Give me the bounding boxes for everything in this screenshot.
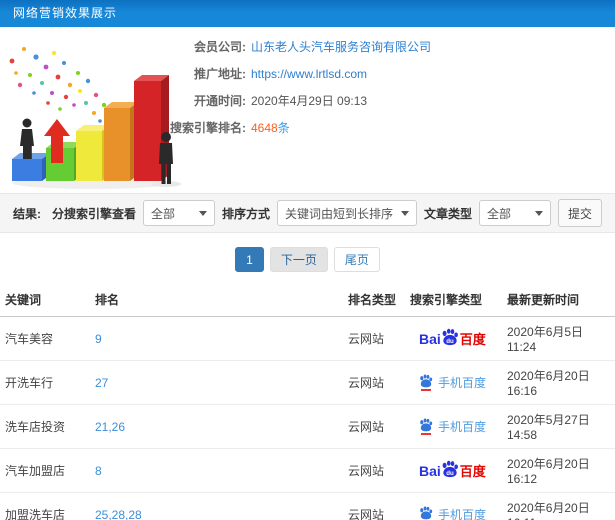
- baidu-paw-icon: du: [442, 328, 458, 346]
- header-rank-type: 排名类型: [343, 282, 405, 317]
- table-body: 汽车美容 9 云网站 Bai du 百度 2020年6月5日 11:24 开洗车…: [0, 316, 615, 520]
- rank-link[interactable]: 25,28,28: [95, 508, 142, 520]
- rank-link[interactable]: 9: [95, 332, 102, 346]
- header-engine-type: 搜索引擎类型: [405, 282, 502, 317]
- filter-bar: 结果: 分搜索引擎查看 全部 排序方式 关键词由短到长排序 文章类型 全部 提交: [0, 193, 615, 233]
- engine-filter-label: 分搜索引擎查看: [51, 206, 136, 221]
- member-company-row: 会员公司: 山东老人头汽车服务咨询有限公司: [186, 41, 615, 54]
- chevron-down-icon: [198, 210, 207, 216]
- mobile-baidu-logo: 手机百度: [419, 374, 486, 391]
- sort-value: 关键词由短到长排序: [284, 206, 393, 221]
- baidu-logo: Bai du 百度: [419, 460, 486, 481]
- header-rank: 排名: [90, 282, 343, 317]
- promo-url-link[interactable]: https://www.lrtlsd.com: [251, 67, 367, 81]
- mobile-baidu-logo: 手机百度: [419, 418, 486, 435]
- table-header-row: 关键词 排名 排名类型 搜索引擎类型 最新更新时间: [0, 282, 615, 317]
- engine-filter-select[interactable]: 全部: [142, 200, 215, 226]
- bar-chart-illustration-icon: [9, 47, 181, 189]
- rank-link[interactable]: 21,26: [95, 420, 125, 434]
- sort-select[interactable]: 关键词由短到长排序: [276, 200, 417, 226]
- promo-url-row: 推广地址: https://www.lrtlsd.com: [186, 68, 615, 81]
- result-label: 结果:: [13, 206, 41, 221]
- svg-text:du: du: [446, 470, 454, 477]
- page-title-bar: 网络营销效果展示: [0, 0, 615, 27]
- keyword-cell: 汽车美容: [0, 316, 90, 361]
- mobile-baidu-logo: 手机百度: [419, 506, 486, 520]
- table-row: 洗车店投资 21,26 云网站 手机百度 2020年5月27日 14:58: [0, 404, 615, 449]
- member-info-fields: 会员公司: 山东老人头汽车服务咨询有限公司 推广地址: https://www.…: [170, 27, 615, 135]
- engine-filter-value: 全部: [150, 206, 175, 221]
- keyword-cell: 汽车加盟店: [0, 448, 90, 493]
- rank-type-cell: 云网站: [343, 448, 405, 493]
- rank-type-cell: 云网站: [343, 404, 405, 449]
- chevron-down-icon: [400, 210, 409, 216]
- marketing-growth-illustration: [0, 33, 186, 191]
- keyword-cell: 洗车店投资: [0, 404, 90, 449]
- keyword-ranking-table: 关键词 排名 排名类型 搜索引擎类型 最新更新时间 汽车美容 9 云网站 Bai: [0, 282, 615, 520]
- keyword-cell: 开洗车行: [0, 360, 90, 405]
- page-1-button[interactable]: 1: [235, 247, 264, 272]
- info-section: 会员公司: 山东老人头汽车服务咨询有限公司 推广地址: https://www.…: [0, 27, 615, 193]
- promo-url-label: 推广地址:: [194, 67, 246, 81]
- red-underline: [421, 389, 431, 391]
- update-time-cell: 2020年5月27日 14:58: [502, 404, 615, 449]
- update-time-cell: 2020年6月5日 11:24: [502, 316, 615, 361]
- update-time-cell: 2020年6月20日 16:11: [502, 492, 615, 520]
- keyword-cell: 加盟洗车店: [0, 492, 90, 520]
- submit-button[interactable]: 提交: [558, 199, 602, 227]
- rank-type-cell: 云网站: [343, 492, 405, 520]
- article-type-label: 文章类型: [423, 206, 472, 221]
- open-time-row: 开通时间: 2020年4月29日 09:13: [186, 95, 615, 108]
- rank-type-cell: 云网站: [343, 360, 405, 405]
- update-time-cell: 2020年6月20日 16:16: [502, 360, 615, 405]
- table-row: 汽车美容 9 云网站 Bai du 百度 2020年6月5日 11:24: [0, 316, 615, 361]
- sort-label: 排序方式: [221, 206, 270, 221]
- open-time-label: 开通时间:: [194, 94, 246, 108]
- svg-text:du: du: [446, 338, 454, 345]
- rank-link[interactable]: 8: [95, 464, 102, 478]
- update-time-cell: 2020年6月20日 16:12: [502, 448, 615, 493]
- header-keyword: 关键词: [0, 282, 90, 317]
- rank-link[interactable]: 27: [95, 376, 108, 390]
- ranking-count-value: 4648: [251, 121, 278, 135]
- next-page-button[interactable]: 下一页: [269, 247, 328, 272]
- table-row: 汽车加盟店 8 云网站 Bai du 百度 2020年6月20日 16:12: [0, 448, 615, 493]
- last-page-button[interactable]: 尾页: [333, 247, 380, 272]
- pagination: 1 下一页 尾页: [0, 247, 615, 272]
- mobile-baidu-paw-icon: [420, 374, 433, 388]
- page: 网络营销效果展示 会员公司: 山东老人头汽车服务咨询有限公司 推广地址: htt…: [0, 0, 615, 520]
- ranking-count-label: 搜索引擎排名:: [170, 121, 246, 135]
- ranking-count-suffix: 条: [277, 121, 290, 135]
- header-update-time: 最新更新时间: [502, 282, 615, 317]
- open-time-value: 2020年4月29日 09:13: [251, 94, 368, 108]
- ranking-count-row: 搜索引擎排名: 4648条: [170, 121, 615, 135]
- article-type-value: 全部: [487, 206, 512, 221]
- rank-type-cell: 云网站: [343, 316, 405, 361]
- red-underline: [421, 433, 431, 435]
- chevron-down-icon: [535, 210, 543, 216]
- table-row: 开洗车行 27 云网站 手机百度 2020年6月20日 16:16: [0, 360, 615, 405]
- baidu-logo: Bai du 百度: [419, 328, 486, 349]
- baidu-paw-icon: du: [442, 460, 458, 478]
- article-type-select[interactable]: 全部: [479, 200, 551, 226]
- member-company-link[interactable]: 山东老人头汽车服务咨询有限公司: [251, 40, 431, 54]
- member-company-label: 会员公司:: [194, 40, 246, 54]
- page-title: 网络营销效果展示: [13, 6, 118, 20]
- mobile-baidu-paw-icon: [420, 418, 433, 432]
- filter-group: 分搜索引擎查看 全部 排序方式 关键词由短到长排序 文章类型 全部 提交: [52, 199, 602, 227]
- table-row: 加盟洗车店 25,28,28 云网站 手机百度 2020年6月20日: [0, 492, 615, 520]
- mobile-baidu-paw-icon: [420, 506, 433, 520]
